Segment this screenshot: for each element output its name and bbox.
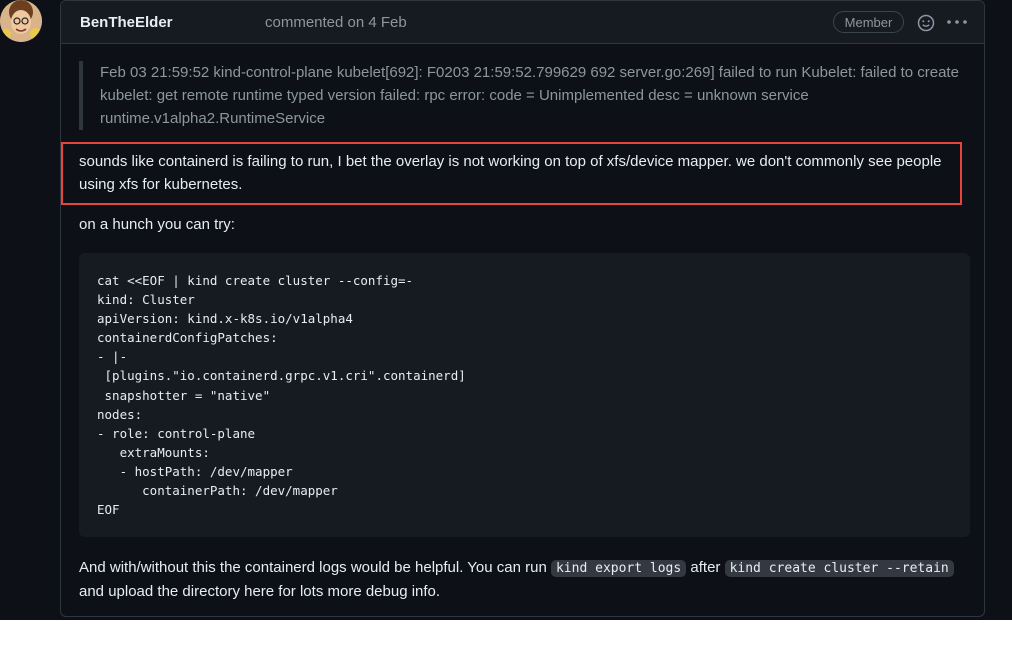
smiley-icon [917,14,935,32]
avatar[interactable] [0,0,42,42]
code-block[interactable]: cat <<EOF | kind create cluster --config… [79,253,970,537]
member-badge: Member [833,11,904,33]
comment-header: BenTheElder commented on 4 Feb Member [61,1,984,44]
add-reaction-button[interactable] [916,13,936,33]
kebab-horizontal-icon [947,20,967,24]
avatar-icon [0,0,42,42]
highlighted-paragraph: sounds like containerd is failing to run… [79,153,942,193]
inline-code-create-cluster: kind create cluster --retain [724,560,954,577]
author-link[interactable]: BenTheElder [80,14,173,31]
code-content: cat <<EOF | kind create cluster --config… [97,273,466,518]
hunch-paragraph: on a hunch you can try: [79,216,235,233]
comment-card: BenTheElder commented on 4 Feb Member Fe… [60,0,985,617]
final-text-1: And with/without this the containerd log… [79,559,551,576]
final-paragraph: And with/without this the containerd log… [79,556,969,603]
final-text-3: and upload the directory here for lots m… [79,583,441,600]
comment-options-button[interactable] [945,12,969,32]
quoted-log: Feb 03 21:59:52 kind-control-plane kubel… [79,61,959,130]
inline-code-export-logs: kind export logs [550,560,687,577]
comment-timestamp[interactable]: commented on 4 Feb [265,14,407,31]
final-text-2: after [686,559,725,576]
